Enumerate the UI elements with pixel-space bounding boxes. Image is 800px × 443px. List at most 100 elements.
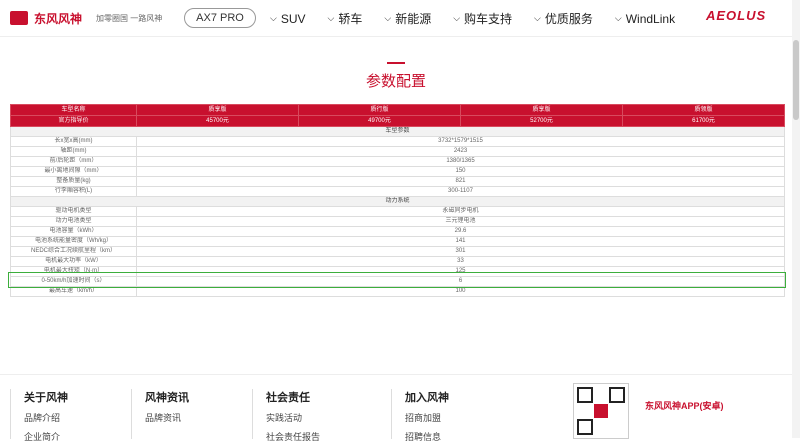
footer-col-join: 加入风神 招商加盟 招聘信息 [405,389,449,443]
spec-label-cell: 电池系统能量密度（Wh/kg） [10,236,137,247]
nav-label: SUV [280,11,306,26]
spec-value-cell: 150 [136,166,785,177]
spec-label-cell: 驱动电机类型 [10,206,137,217]
header-label-cell: 车型名称 [10,104,137,116]
spec-label-cell: 动力电池类型 [10,216,137,227]
spec-value-cell: 100 [136,286,785,297]
section-title-cell: 车型参数 [10,126,785,137]
footer-heading: 加入风神 [405,392,449,404]
table-row: NEDC综合工况续航里程（km） 301 [10,246,785,257]
spec-label-cell: 0-50km/h加速时间（s） [10,276,137,287]
footer-heading: 风神资讯 [145,392,189,404]
table-row: 轴距(mm) 2423 [10,146,785,157]
spec-label-cell: 行李厢容积(L) [10,186,137,197]
top-navbar: 东风风神 加零圈国 一路风神 AX7 PRO ⌵ SUV ⌵ 轿车 ⌵ 新能源 ⌵ 购车… [0,0,800,37]
footer-divider [252,389,253,439]
table-row: 整备质量(kg) 821 [10,176,785,187]
footer-link[interactable]: 社会责任报告 [266,430,320,443]
spec-value-cell: 141 [136,236,785,247]
table-row: 行李厢容积(L) 300-1107 [10,186,785,197]
spec-value-cell: 6 [136,276,785,287]
header-value-cell: 61700元 [622,115,785,127]
table-row: 前/后轮距（mm） 1380/1365 [10,156,785,167]
chevron-down-icon: ⌵ [614,13,622,23]
table-row: 0-50km/h加速时间（s） 6 [10,276,785,287]
table-row: 动力电池类型 三元锂电池 [10,216,785,227]
footer-link[interactable]: 实践活动 [266,411,320,424]
nav-item-suv[interactable]: ⌵ SUV [270,10,306,27]
model-selector-pill[interactable]: AX7 PRO [184,8,256,28]
title-accent-bar [387,62,405,64]
footer-link[interactable]: 品牌资讯 [145,411,189,424]
chevron-down-icon: ⌵ [327,13,335,23]
spec-label-cell: 前/后轮距（mm） [10,156,137,167]
nav-label: 优质服务 [544,12,593,26]
spec-value-cell: 300-1107 [136,186,785,197]
spec-label-cell: 电机最大扭矩（N·m） [10,266,137,277]
spec-value-cell: 1380/1365 [136,156,785,167]
table-header-row: 车型名称 质享版 质行版 质享版 质领版 [10,104,785,116]
header-value-cell: 质享版 [136,104,299,116]
spec-value-cell: 三元锂电池 [136,216,785,227]
table-row: 电机最大扭矩（N·m） 125 [10,266,785,277]
nav-item-sedan[interactable]: ⌵ 轿车 [328,10,363,27]
table-section-row: 动力系统 [10,196,785,207]
footer-col-about: 关于风神 品牌介绍 企业简介 [24,389,68,443]
scrollbar[interactable] [792,0,800,438]
header-value-cell: 49700元 [298,115,461,127]
footer: 关于风神 品牌介绍 企业简介 风神资讯 品牌资讯 社会责任 实践活动 社会责任报… [0,374,792,442]
footer-link[interactable]: 招聘信息 [405,430,449,443]
spec-label-cell: 电机最大功率（kW） [10,256,137,267]
table-row: 驱动电机类型 永磁同步电机 [10,206,785,217]
brand-mark-icon [10,11,28,25]
nav-item-service[interactable]: ⌵ 优质服务 [534,10,593,27]
qr-corner [609,387,625,403]
footer-link[interactable]: 企业简介 [24,430,68,443]
spec-value-cell: 301 [136,246,785,257]
table-row: 最高车速（km/h） 100 [10,286,785,297]
spec-label-cell: NEDC综合工况续航里程（km） [10,246,137,257]
brand-name: 东风风神 [34,11,83,26]
chevron-down-icon: ⌵ [270,13,277,23]
spec-label-cell: 长x宽x高(mm) [10,136,137,147]
nav-item-new-energy[interactable]: ⌵ 新能源 [384,10,431,27]
app-download-label[interactable]: 东风风神APP(安卓) [645,399,724,412]
spec-label-cell: 整备质量(kg) [10,176,137,187]
footer-divider [131,389,132,439]
chevron-down-icon: ⌵ [384,13,392,23]
header-value-cell: 45700元 [136,115,299,127]
scrollbar-thumb[interactable] [793,40,799,120]
brand-logo[interactable]: 东风风神 加零圈国 一路风神 [10,10,162,26]
nav-item-windlink[interactable]: ⌵ WindLink [615,10,675,27]
footer-divider [10,389,11,439]
footer-link[interactable]: 品牌介绍 [24,411,68,424]
spec-label-cell: 轴距(mm) [10,146,137,157]
spec-table: 车型名称 质享版 质行版 质享版 质领版 官方指导价 45700元 49700元 52700元 6… [10,104,785,297]
header-value-cell: 质领版 [622,104,785,116]
nav-item-purchase-support[interactable]: ⌵ 购车支持 [453,10,512,27]
footer-heading: 社会责任 [266,392,310,404]
spec-value-cell: 3732*1579*1515 [136,136,785,147]
footer-col-news: 风神资讯 品牌资讯 [145,389,189,424]
aeolus-logo[interactable]: AEOLUS [706,8,766,23]
qr-corner [577,387,593,403]
spec-value-cell: 2423 [136,146,785,157]
spec-value-cell: 29.6 [136,226,785,237]
chevron-down-icon: ⌵ [534,13,541,23]
nav-label: 轿车 [338,12,363,26]
footer-col-csr: 社会责任 实践活动 社会责任报告 [266,389,320,443]
spec-label-cell: 最小离地间隙（mm） [10,166,137,177]
header-value-cell: 质享版 [460,104,623,116]
footer-link[interactable]: 招商加盟 [405,411,449,424]
qr-corner [577,419,593,435]
spec-value-cell: 永磁同步电机 [136,206,785,217]
main-nav: ⌵ SUV ⌵ 轿车 ⌵ 新能源 ⌵ 购车支持 ⌵ 优质服务 ⌵ WindLink [270,10,675,27]
spec-label-cell: 电池容量（kWh） [10,226,137,237]
header-value-cell: 质行版 [298,104,461,116]
app-qr-code [573,383,629,439]
brand-slogan: 加零圈国 一路风神 [96,13,163,23]
spec-value-cell: 125 [136,266,785,277]
table-price-row: 官方指导价 45700元 49700元 52700元 61700元 [10,115,785,127]
footer-heading: 关于风神 [24,392,68,404]
qr-logo-icon [594,404,608,418]
